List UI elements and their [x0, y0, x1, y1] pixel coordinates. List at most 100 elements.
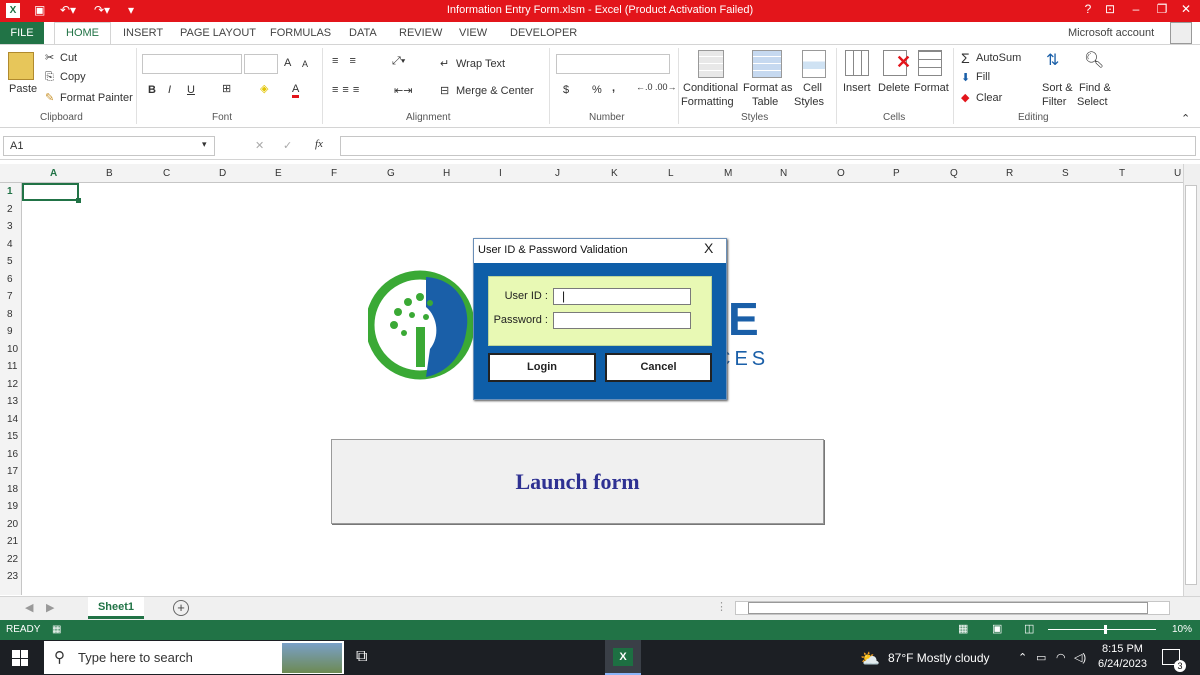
copy-icon[interactable]: ⎘ — [45, 71, 54, 84]
font-color-button[interactable]: A — [292, 83, 300, 98]
volume-icon[interactable]: ◁) — [1074, 651, 1086, 664]
format-painter-icon[interactable]: ✎ — [45, 91, 54, 104]
copy-button[interactable]: Copy — [60, 71, 86, 83]
horizontal-scroll-thumb[interactable] — [748, 602, 1148, 614]
row-header[interactable]: 4 — [0, 239, 22, 250]
autosum-icon[interactable]: Σ — [961, 50, 970, 66]
decimal-icon[interactable]: ←.0 .00→ — [636, 82, 677, 92]
delete-button[interactable]: Delete — [878, 82, 910, 94]
column-header[interactable]: T — [1119, 168, 1125, 179]
prev-sheet-icon[interactable]: ◀ — [25, 601, 33, 614]
row-header[interactable]: 10 — [0, 344, 22, 355]
name-box[interactable]: A1 — [3, 136, 215, 156]
formula-input[interactable] — [340, 136, 1196, 156]
font-name-combo[interactable] — [142, 54, 242, 74]
dialog-close-button[interactable]: X — [704, 240, 713, 256]
restore-icon[interactable]: ❐ — [1152, 2, 1172, 16]
tab-file[interactable]: FILE — [0, 22, 44, 44]
wrap-text-icon[interactable]: ↵ — [440, 57, 449, 70]
row-header[interactable]: 8 — [0, 309, 22, 320]
row-header[interactable]: 13 — [0, 396, 22, 407]
clear-button[interactable]: Clear — [976, 92, 1002, 104]
row-header[interactable]: 11 — [0, 361, 22, 372]
column-header[interactable]: B — [106, 168, 113, 179]
grow-font-button[interactable]: A — [284, 57, 291, 69]
next-sheet-icon[interactable]: ▶ — [46, 601, 54, 614]
indent-icon[interactable]: ⇤⇥ — [394, 84, 412, 97]
format-as-table-button[interactable]: Format as — [743, 82, 793, 94]
add-sheet-button[interactable]: + — [173, 600, 189, 616]
tab-home[interactable]: HOME — [54, 22, 111, 45]
underline-button[interactable]: U — [187, 84, 195, 96]
avatar[interactable] — [1170, 22, 1192, 44]
insert-function-button[interactable]: fx — [315, 138, 323, 150]
orientation-icon[interactable]: ⤢▾ — [392, 55, 405, 68]
row-header[interactable]: 17 — [0, 466, 22, 477]
column-header[interactable]: H — [443, 168, 450, 179]
format-painter-button[interactable]: Format Painter — [60, 92, 133, 104]
account-menu[interactable]: Microsoft account — [1068, 27, 1154, 39]
cell-styles-icon[interactable] — [802, 50, 826, 78]
currency-button[interactable]: $ — [563, 84, 569, 96]
cut-icon[interactable]: ✂ — [45, 51, 54, 64]
weather-text[interactable]: 87°F Mostly cloudy — [888, 651, 990, 665]
sheet-tab-sheet1[interactable]: Sheet1 — [88, 597, 144, 619]
row-header[interactable]: 2 — [0, 204, 22, 215]
selected-cell[interactable] — [22, 183, 79, 201]
row-header[interactable]: 1 — [0, 186, 22, 197]
column-header[interactable]: D — [219, 168, 226, 179]
bold-button[interactable]: B — [148, 84, 156, 96]
help-icon[interactable]: ? — [1078, 2, 1098, 16]
find-select-button[interactable]: Find & — [1079, 82, 1111, 94]
vertical-scroll-thumb[interactable] — [1185, 185, 1197, 585]
tab-page-layout[interactable]: PAGE LAYOUT — [180, 27, 256, 39]
italic-button[interactable]: I — [168, 84, 171, 96]
column-header[interactable]: U — [1174, 168, 1181, 179]
column-header[interactable]: O — [837, 168, 845, 179]
autosum-button[interactable]: AutoSum — [976, 52, 1021, 64]
column-header[interactable]: K — [611, 168, 618, 179]
column-header[interactable]: N — [780, 168, 787, 179]
normal-view-icon[interactable]: ▦ — [958, 622, 968, 635]
cancel-entry-icon[interactable]: ✕ — [255, 139, 264, 152]
format-cells-icon[interactable] — [918, 50, 942, 76]
find-select-icon[interactable]: 🔍︎ — [1084, 50, 1104, 70]
fill-icon[interactable]: ⬇ — [961, 71, 970, 84]
sort-filter-icon[interactable]: ⇅ — [1046, 50, 1059, 70]
row-header[interactable]: 19 — [0, 501, 22, 512]
page-layout-view-icon[interactable]: ▣ — [992, 622, 1002, 635]
clock-time[interactable]: 8:15 PM — [1102, 643, 1143, 655]
zoom-slider-thumb[interactable] — [1104, 625, 1107, 634]
column-header[interactable]: R — [1006, 168, 1013, 179]
tab-review[interactable]: REVIEW — [399, 27, 442, 39]
zoom-slider[interactable] — [1048, 629, 1156, 630]
sort-filter-button[interactable]: Sort & — [1042, 82, 1073, 94]
tab-split-handle[interactable]: ⋮ — [716, 600, 727, 613]
row-header[interactable]: 12 — [0, 379, 22, 390]
row-header[interactable]: 9 — [0, 326, 22, 337]
font-size-combo[interactable] — [244, 54, 278, 74]
format-button[interactable]: Format — [914, 82, 949, 94]
clear-icon[interactable]: ◆ — [961, 91, 969, 104]
row-header[interactable]: 18 — [0, 484, 22, 495]
conditional-formatting-button[interactable]: Conditional — [683, 82, 738, 94]
shrink-font-button[interactable]: A — [302, 59, 308, 69]
top-align-icon[interactable]: ≡ ≡ — [332, 55, 360, 67]
tab-developer[interactable]: DEVELOPER — [510, 27, 577, 39]
number-format-combo[interactable] — [556, 54, 670, 74]
column-header[interactable]: J — [555, 168, 560, 179]
row-header[interactable]: 15 — [0, 431, 22, 442]
user-id-input[interactable]: | — [553, 288, 691, 305]
column-header[interactable]: A — [50, 168, 57, 179]
row-header[interactable]: 16 — [0, 449, 22, 460]
tab-formulas[interactable]: FORMULAS — [270, 27, 331, 39]
cut-button[interactable]: Cut — [60, 52, 77, 64]
paste-button[interactable]: Paste — [9, 83, 37, 95]
column-header[interactable]: P — [893, 168, 900, 179]
launch-form-button[interactable]: Launch form — [331, 439, 824, 524]
row-header[interactable]: 14 — [0, 414, 22, 425]
column-header[interactable]: G — [387, 168, 395, 179]
macro-record-icon[interactable]: ▦ — [52, 624, 61, 635]
row-header[interactable]: 20 — [0, 519, 22, 530]
ribbon-display-icon[interactable]: ⊡ — [1100, 2, 1120, 16]
